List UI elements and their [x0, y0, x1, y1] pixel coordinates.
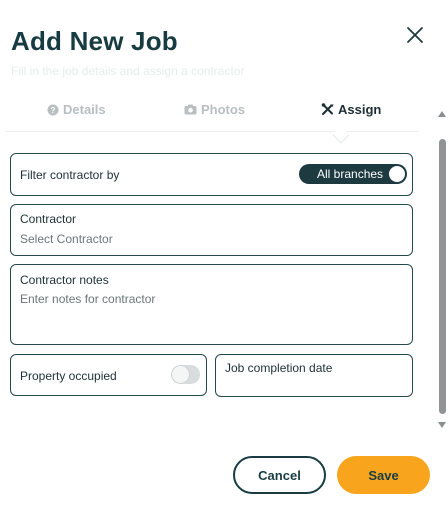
filter-contractor-label: Filter contractor by: [20, 168, 120, 182]
tab-assign-label: Assign: [338, 102, 382, 117]
camera-icon: [184, 104, 197, 115]
tab-photos[interactable]: Photos: [184, 102, 245, 117]
dialog-title: Add New Job: [11, 26, 178, 56]
contractor-label: Contractor: [20, 212, 77, 226]
tab-bar: ? Details Photos Assign: [6, 96, 418, 132]
all-branches-toggle-label: All branches: [317, 167, 384, 181]
tools-icon: [321, 103, 334, 115]
contractor-notes-placeholder: Enter notes for contractor: [20, 292, 156, 306]
cancel-button[interactable]: Cancel: [233, 456, 326, 494]
scroll-up-arrow-icon[interactable]: [438, 111, 446, 117]
question-circle-icon: ?: [47, 104, 59, 115]
tab-details[interactable]: ? Details: [47, 102, 106, 117]
toggle-knob: [172, 366, 189, 383]
contractor-notes-label: Contractor notes: [20, 273, 109, 287]
job-completion-date-label: Job completion date: [225, 361, 333, 375]
property-occupied-toggle[interactable]: [171, 365, 200, 384]
svg-text:?: ?: [51, 106, 56, 115]
dialog-subtitle: Fill in the job details and assign a con…: [11, 64, 245, 78]
scroll-down-arrow-icon[interactable]: [438, 422, 446, 428]
property-occupied-label: Property occupied: [20, 369, 117, 383]
tab-assign[interactable]: Assign: [321, 102, 381, 117]
scrollbar-thumb[interactable]: [439, 139, 446, 414]
toggle-knob: [389, 166, 405, 182]
tab-photos-label: Photos: [201, 102, 246, 117]
tab-details-label: Details: [63, 102, 106, 117]
all-branches-toggle[interactable]: All branches: [299, 164, 407, 184]
contractor-placeholder: Select Contractor: [20, 232, 113, 246]
scrollbar[interactable]: [437, 106, 447, 432]
close-icon[interactable]: [402, 22, 428, 48]
save-button[interactable]: Save: [337, 456, 430, 494]
